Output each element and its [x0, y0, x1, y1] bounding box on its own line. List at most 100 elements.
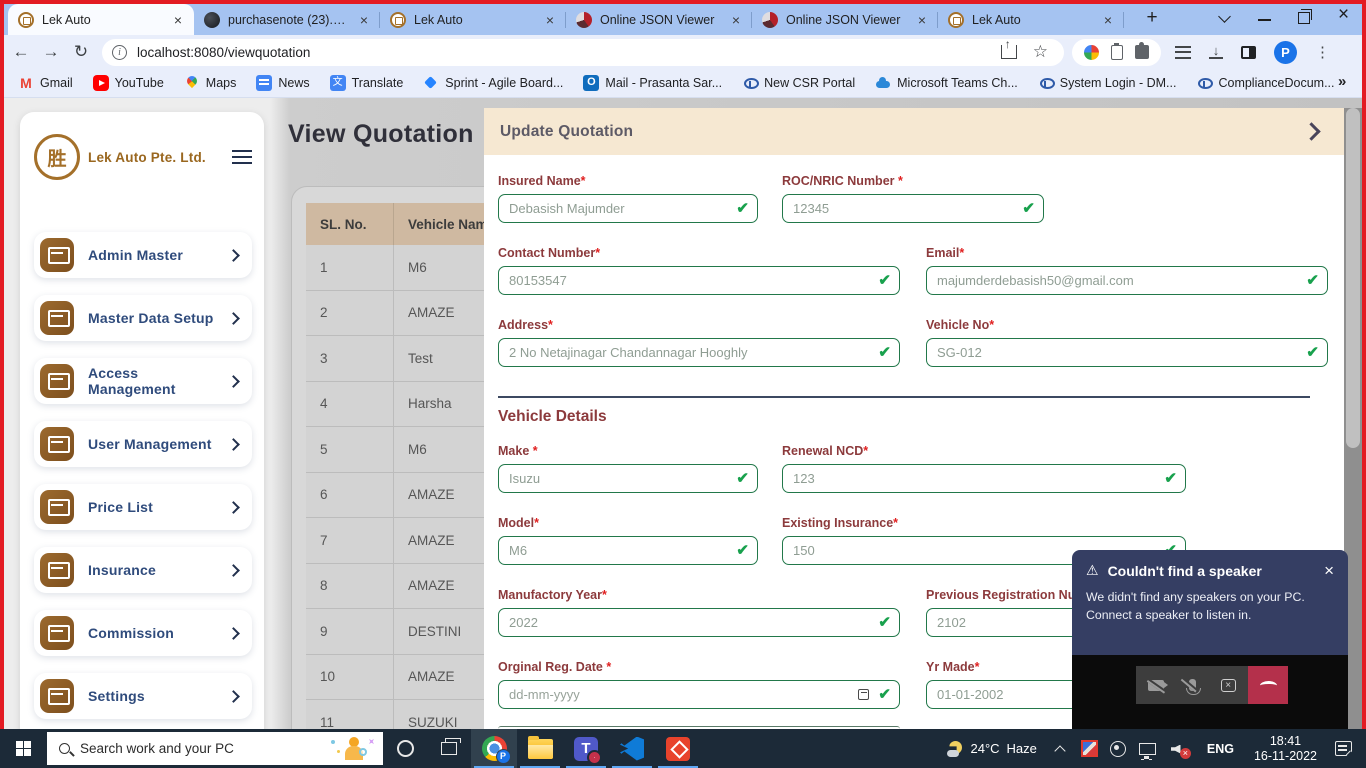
- bookmark-item[interactable]: Translate: [322, 72, 412, 94]
- taskbar-app[interactable]: [655, 729, 701, 768]
- notification-body: We didn't find any speakers on your PC. …: [1086, 588, 1334, 624]
- bookmark-item[interactable]: Microsoft Teams Ch...: [867, 72, 1026, 94]
- hamburger-menu-icon[interactable]: [232, 150, 252, 164]
- sidebar-item[interactable]: Admin Master: [34, 232, 252, 278]
- bookmark-item[interactable]: Mail - Prasanta Sar...: [575, 72, 730, 94]
- insured-name-input[interactable]: [509, 201, 727, 216]
- cortana-button[interactable]: [383, 729, 427, 768]
- browser-tab[interactable]: Lek Auto: [8, 4, 194, 35]
- profile-avatar[interactable]: P: [1274, 41, 1297, 64]
- new-tab-button[interactable]: [1138, 4, 1166, 32]
- bookmark-item[interactable]: New CSR Portal: [734, 72, 863, 94]
- extension-icon[interactable]: [1084, 45, 1099, 60]
- bookmark-item[interactable]: Gmail: [10, 72, 81, 94]
- tab-title: Online JSON Viewer: [600, 13, 720, 27]
- side-panel-icon[interactable]: [1241, 46, 1256, 59]
- tray-app-icon[interactable]: [1081, 740, 1098, 757]
- vehicle-no-input[interactable]: [937, 345, 1297, 360]
- close-tab-icon[interactable]: [542, 12, 558, 28]
- lek-icon: [948, 12, 964, 28]
- sidebar-item-label: Admin Master: [88, 247, 215, 263]
- bookmark-label: System Login - DM...: [1060, 76, 1177, 90]
- sidebar-item[interactable]: Insurance: [34, 547, 252, 593]
- hang-up-button[interactable]: [1248, 666, 1288, 704]
- model-input[interactable]: [509, 543, 727, 558]
- close-notification-icon[interactable]: [1324, 564, 1334, 578]
- taskbar-search[interactable]: Search work and your PC: [47, 732, 383, 765]
- site-info-icon[interactable]: [112, 45, 127, 60]
- address-bar[interactable]: localhost:8080/viewquotation: [102, 39, 1064, 66]
- close-tab-icon[interactable]: [356, 12, 372, 28]
- sidebar-item[interactable]: Price List: [34, 484, 252, 530]
- network-icon[interactable]: [1139, 743, 1156, 755]
- language-indicator[interactable]: ENG: [1197, 729, 1244, 768]
- bookmark-item[interactable]: Maps: [176, 72, 245, 94]
- share-icon[interactable]: [1001, 45, 1017, 59]
- close-tab-icon[interactable]: [1100, 12, 1116, 28]
- address-input[interactable]: [509, 345, 869, 360]
- volume-muted-icon[interactable]: [1171, 741, 1189, 757]
- clock[interactable]: 18:41 16-11-2022: [1244, 729, 1327, 768]
- manufactory-year-input[interactable]: [509, 615, 869, 630]
- orginal-reg-date-input[interactable]: [509, 687, 851, 702]
- app-sidebar: 胜 Lek Auto Pte. Ltd. Admin Master Master…: [20, 112, 264, 729]
- start-button[interactable]: [0, 729, 47, 768]
- browser-tab[interactable]: Lek Auto: [938, 4, 1124, 35]
- reload-button[interactable]: ↻: [66, 37, 96, 67]
- bookmark-item[interactable]: System Login - DM...: [1030, 72, 1185, 94]
- contact-number-input[interactable]: [509, 273, 869, 288]
- taskbar-app[interactable]: [609, 729, 655, 768]
- meet-now-icon[interactable]: [1110, 741, 1126, 757]
- bookmark-star-icon[interactable]: [1033, 45, 1048, 59]
- taskbar-app[interactable]: [471, 729, 517, 768]
- email-input[interactable]: [937, 273, 1297, 288]
- renewal-ncd-input[interactable]: [793, 471, 1155, 486]
- tab-title: Lek Auto: [42, 13, 162, 27]
- close-window-button[interactable]: [1338, 9, 1352, 23]
- sidebar-item[interactable]: Settings: [34, 673, 252, 719]
- browser-tab[interactable]: Lek Auto: [380, 4, 566, 35]
- bookmark-item[interactable]: YouTube: [85, 72, 172, 94]
- sidebar-item[interactable]: Master Data Setup: [34, 295, 252, 341]
- weather-widget[interactable]: 24°C Haze: [939, 729, 1044, 768]
- taskbar-app[interactable]: [563, 729, 609, 768]
- collapse-panel-icon[interactable]: [1302, 122, 1320, 140]
- scrollbar-thumb[interactable]: [1346, 108, 1360, 448]
- camera-off-icon[interactable]: [1148, 680, 1164, 691]
- browser-tab[interactable]: Online JSON Viewer: [566, 4, 752, 35]
- close-tab-icon[interactable]: [728, 12, 744, 28]
- sidebar-item[interactable]: Access Management: [34, 358, 252, 404]
- task-view-button[interactable]: [427, 729, 471, 768]
- taskbar-app[interactable]: [517, 729, 563, 768]
- stop-sharing-icon[interactable]: [1221, 679, 1236, 692]
- minimize-button[interactable]: [1258, 9, 1272, 23]
- browser-menu-icon[interactable]: [1315, 43, 1330, 61]
- mic-off-icon[interactable]: [1189, 679, 1196, 691]
- back-button[interactable]: ←: [6, 37, 36, 67]
- browser-tab[interactable]: purchasenote (23).pdf: [194, 4, 380, 35]
- chevron-right-icon: [227, 501, 240, 514]
- bookmark-item[interactable]: Sprint - Agile Board...: [415, 72, 571, 94]
- extensions-puzzle-icon[interactable]: [1135, 45, 1149, 59]
- sidebar-item[interactable]: Commission: [34, 610, 252, 656]
- bookmark-item[interactable]: ComplianceDocum...: [1188, 72, 1342, 94]
- show-hidden-icons-chevron[interactable]: [1055, 744, 1065, 754]
- close-tab-icon[interactable]: [170, 12, 186, 28]
- bookmark-item[interactable]: News: [248, 72, 317, 94]
- bookmarks-overflow-icon[interactable]: [1338, 73, 1346, 90]
- forward-button[interactable]: →: [36, 37, 66, 67]
- downloads-icon[interactable]: [1209, 45, 1223, 59]
- sidebar-item[interactable]: User Management: [34, 421, 252, 467]
- calendar-icon[interactable]: [858, 689, 869, 700]
- roc-nric-input[interactable]: [793, 201, 1013, 216]
- make-input[interactable]: [509, 471, 727, 486]
- action-center-icon[interactable]: [1335, 741, 1352, 756]
- field-renewal-ncd: Renewal NCD*: [782, 444, 1186, 493]
- clipboard-extension-icon[interactable]: [1111, 45, 1123, 60]
- cloud-icon: [875, 75, 891, 91]
- tab-search-chevron-icon[interactable]: [1218, 9, 1232, 23]
- close-tab-icon[interactable]: [914, 12, 930, 28]
- reading-list-icon[interactable]: [1175, 46, 1191, 59]
- browser-tab[interactable]: Online JSON Viewer: [752, 4, 938, 35]
- restore-button[interactable]: [1298, 9, 1312, 23]
